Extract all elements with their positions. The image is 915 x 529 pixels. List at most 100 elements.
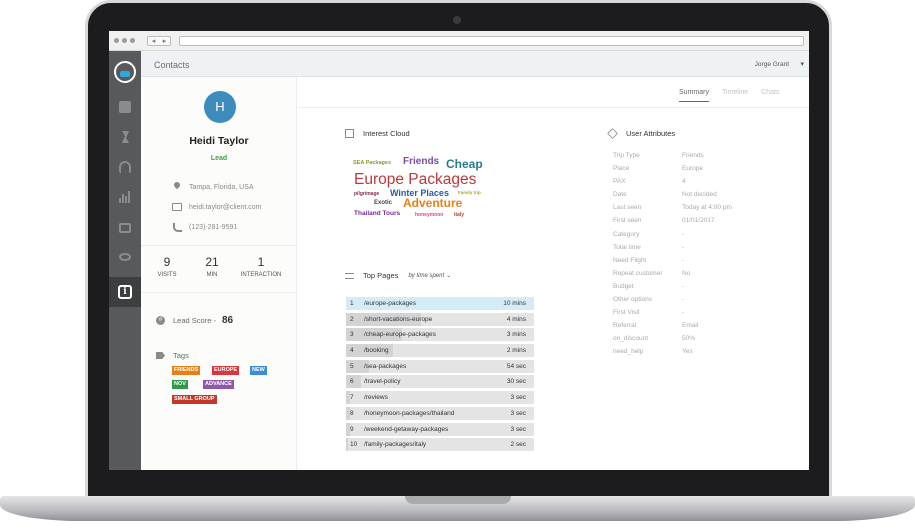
attribute-value: Today at 4:00 pm <box>682 204 732 212</box>
table-row[interactable]: 8 /honeymoon-packages/thailand 3 sec <box>346 406 534 420</box>
page-rank: 8 <box>350 409 354 417</box>
attribute-row: Repeat customer No <box>613 270 783 283</box>
attribute-value: Friends <box>682 152 704 159</box>
tag-small-group[interactable]: SMALL GROUP <box>172 395 217 404</box>
cloud-word: italy <box>454 212 465 218</box>
tab-timeline[interactable]: Timeline <box>722 89 748 102</box>
attribute-key: Referral <box>613 322 637 330</box>
section-title: User Attributes <box>626 129 676 138</box>
stat-interactions: 1 INTERACTION <box>235 255 287 278</box>
tab-summary[interactable]: Summary <box>679 89 709 102</box>
bar-chart-icon[interactable] <box>119 191 131 203</box>
phone-icon <box>172 222 182 232</box>
eye-icon[interactable] <box>119 253 131 261</box>
tag-nov[interactable]: NOV <box>172 380 188 389</box>
lead-score-label: Lead Score - <box>173 316 216 325</box>
avatar: H <box>204 91 236 123</box>
tag-friends[interactable]: FRIENDS <box>172 366 201 375</box>
attribute-value: 50% <box>682 335 696 343</box>
page-path: /honeymoon-packages/thailand <box>364 409 455 417</box>
sort-dropdown[interactable]: by time spent <box>408 273 444 279</box>
attribute-value: Email <box>682 322 699 330</box>
email-text[interactable]: heidi.taylor@client.com <box>189 204 261 211</box>
attribute-key: First Visit <box>613 309 640 317</box>
phone-text[interactable]: (123)-281-9591 <box>189 224 237 231</box>
attribute-value: - <box>682 309 685 317</box>
attribute-row: Trip Type Friends <box>613 152 783 165</box>
page-rank: 9 <box>350 425 354 433</box>
stat-value: 21 <box>205 255 219 269</box>
user-menu[interactable]: Jorge Grant <box>755 61 789 68</box>
minimize-dot-icon[interactable] <box>122 38 127 43</box>
attribute-value: Not decided <box>682 191 717 199</box>
headset-logo-icon[interactable] <box>114 61 136 83</box>
attribute-row: Category - <box>613 231 783 244</box>
card-icon[interactable] <box>119 223 131 233</box>
page-time: 10 mins <box>503 300 526 307</box>
tag-advance[interactable]: ADVANCE <box>203 380 234 389</box>
table-row[interactable]: 1 /europe-packages 10 mins <box>346 297 534 310</box>
nav-buttons: ◂ ▸ <box>147 36 171 46</box>
cloud-word: pilgrimage <box>354 191 380 197</box>
forward-arrow-icon[interactable]: ▸ <box>163 38 167 45</box>
page-rank: 6 <box>350 378 354 386</box>
cloud-word: Family trip <box>458 190 481 195</box>
top-bar: Contacts Jorge Grant ▾ <box>141 51 809 77</box>
page-path: /travel-policy <box>364 378 401 386</box>
chevron-down-icon[interactable]: ▾ <box>800 60 804 68</box>
main-panel: Summary Timeline Chats Interest Cloud SE… <box>297 77 809 470</box>
tab-chats[interactable]: Chats <box>761 89 779 102</box>
divider <box>141 245 297 246</box>
attribute-row: need_help Yes <box>613 348 783 361</box>
cloud-word: Europe Packages <box>354 171 477 188</box>
attribute-row: Place Europe <box>613 165 783 178</box>
tag-new[interactable]: NEW <box>250 366 267 375</box>
lead-score-value: 86 <box>221 315 234 326</box>
chat-icon[interactable] <box>119 101 131 113</box>
sidebar-item-contact-info[interactable]: i <box>109 277 141 307</box>
user-attributes-header: User Attributes <box>607 128 676 139</box>
attribute-key: Last seen <box>613 204 642 212</box>
interest-cloud: SEA Packages Friends Cheap Europe Packag… <box>353 157 503 227</box>
page-rank: 2 <box>350 315 354 323</box>
table-row[interactable]: 7 /reviews 3 sec <box>346 391 534 405</box>
bolt-icon[interactable] <box>119 131 131 143</box>
page-time: 2 sec <box>510 441 526 449</box>
focus-icon <box>345 129 354 138</box>
table-row[interactable]: 5 /sea-packages 54 sec <box>346 359 534 373</box>
page-time: 54 sec <box>506 362 526 370</box>
stat-minutes: 21 MIN <box>186 255 238 278</box>
cube-icon <box>607 128 618 139</box>
table-row[interactable]: 4 /booking 2 mins <box>346 344 534 358</box>
location-pin-icon <box>172 182 182 192</box>
cloud-word: Friends <box>403 156 440 167</box>
tag-europe[interactable]: EUROPE <box>212 366 240 375</box>
headphones-icon[interactable] <box>119 161 131 173</box>
attribute-row: Total time - <box>613 244 783 257</box>
page-rank: 4 <box>350 347 354 355</box>
attribute-row: Need Flight - <box>613 257 783 270</box>
table-row[interactable]: 3 /cheap-europe-packages 3 mins <box>346 328 534 342</box>
cloud-word: Adventure <box>403 196 463 210</box>
table-row[interactable]: 9 /weekend-getaway-packages 3 sec <box>346 422 534 436</box>
chevron-down-icon[interactable]: ⌄ <box>446 272 451 279</box>
attribute-key: need_help <box>613 348 644 356</box>
tags-header: Tags <box>156 351 189 360</box>
page-rank: 3 <box>350 331 354 339</box>
maximize-dot-icon[interactable] <box>130 38 135 43</box>
address-bar[interactable] <box>179 36 804 46</box>
close-dot-icon[interactable] <box>114 38 119 43</box>
page-time: 3 sec <box>510 409 526 417</box>
tab-divider <box>297 107 809 108</box>
camera-icon <box>453 16 461 24</box>
back-arrow-icon[interactable]: ◂ <box>152 38 156 45</box>
cloud-word: Exotic <box>374 200 393 206</box>
attribute-row: Budget - <box>613 283 783 296</box>
page-path: /weekend-getaway-packages <box>364 425 449 433</box>
attribute-key: PAX <box>613 178 626 186</box>
table-row[interactable]: 10 /family-packages/italy 2 sec <box>346 438 534 452</box>
attribute-key: Category <box>613 230 640 238</box>
table-row[interactable]: 2 /short-vacations-europe 4 mins <box>346 312 534 326</box>
table-row[interactable]: 6 /travel-policy 30 sec <box>346 375 534 389</box>
stat-value: 1 <box>257 255 265 269</box>
